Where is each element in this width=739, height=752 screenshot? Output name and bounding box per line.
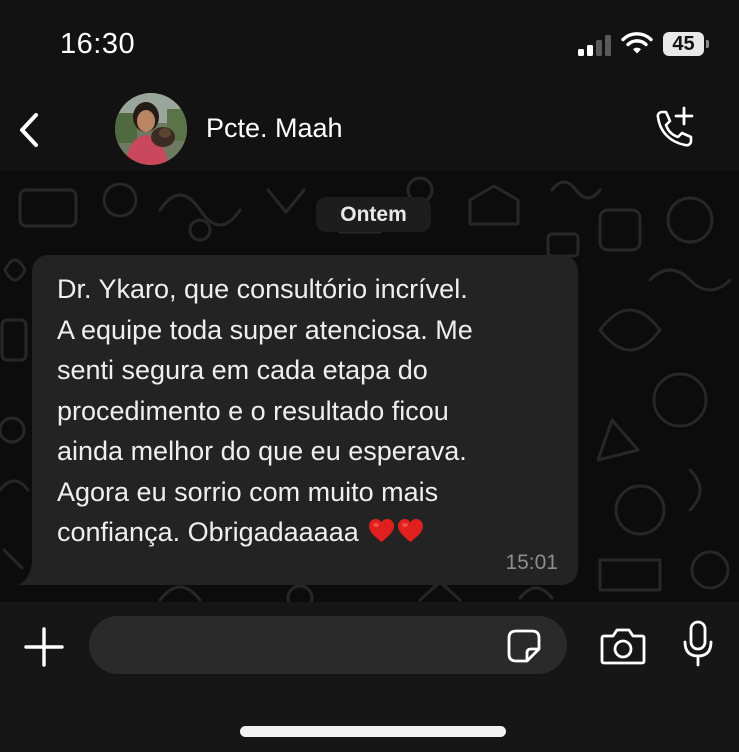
status-time: 16:30 — [60, 28, 136, 60]
battery-level: 45 — [672, 33, 695, 55]
chat-screen: 16:30 45 Pcte. Maah Ontem Dr. Ykaro, que… — [0, 0, 739, 752]
date-separator: Ontem — [316, 197, 431, 232]
back-icon[interactable] — [14, 110, 44, 150]
message-time: 15:01 — [505, 551, 558, 574]
wifi-icon — [621, 32, 653, 54]
add-call-icon[interactable] — [648, 104, 698, 154]
red-heart-icon — [369, 519, 395, 542]
heart-emoji: ❤️❤️ — [366, 517, 424, 547]
incoming-message-bubble[interactable]: Dr. Ykaro, que consultório incrível. A e… — [32, 255, 578, 585]
message-body: Dr. Ykaro, que consultório incrível. A e… — [57, 269, 567, 553]
battery-icon: 45 — [663, 32, 709, 56]
microphone-icon[interactable] — [682, 620, 714, 668]
message-input[interactable] — [89, 616, 567, 674]
camera-icon[interactable] — [600, 627, 646, 665]
chat-header: Pcte. Maah — [0, 88, 739, 170]
red-heart-icon — [398, 519, 424, 542]
status-bar: 16:30 45 — [0, 0, 739, 88]
contact-name[interactable]: Pcte. Maah — [206, 113, 343, 144]
chat-area: Ontem Dr. Ykaro, que consultório incríve… — [0, 170, 739, 602]
message-composer — [0, 602, 739, 752]
signal-icon — [578, 34, 612, 56]
plus-icon[interactable] — [24, 627, 64, 667]
message-text: Dr. Ykaro, que consultório incrível. A e… — [57, 274, 473, 547]
contact-avatar[interactable] — [115, 93, 187, 165]
sticker-icon[interactable] — [507, 629, 541, 663]
home-indicator — [240, 726, 506, 737]
